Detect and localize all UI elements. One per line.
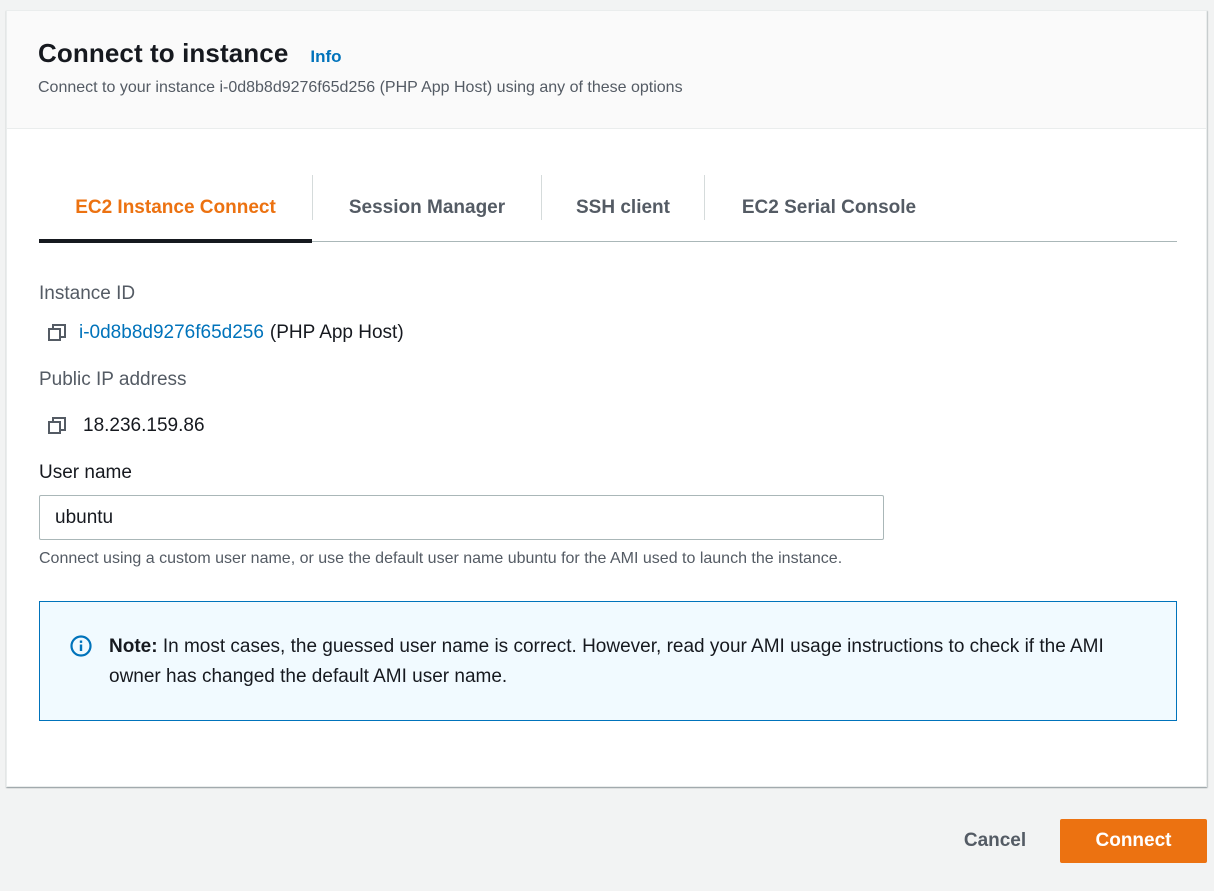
user-name-input[interactable] [39, 495, 884, 540]
note-prefix: Note: [109, 636, 158, 657]
public-ip-label: Public IP address [39, 369, 187, 390]
info-link[interactable]: Info [310, 47, 341, 67]
tab-session-manager[interactable]: Session Manager [313, 174, 541, 241]
panel-header: Connect to instance Info Connect to your… [7, 11, 1206, 129]
instance-id-label: Instance ID [39, 283, 136, 304]
connect-button[interactable]: Connect [1060, 819, 1207, 863]
connect-panel: Connect to instance Info Connect to your… [6, 10, 1207, 787]
note-alert: Note: In most cases, the guessed user na… [39, 601, 1177, 721]
tab-ec2-serial-console[interactable]: EC2 Serial Console [705, 174, 953, 241]
tab-ssh-client[interactable]: SSH client [542, 174, 704, 241]
page-subtitle: Connect to your instance i-0d8b8d9276f65… [38, 79, 683, 96]
copy-icon[interactable] [47, 323, 67, 343]
info-circle-icon [70, 635, 92, 657]
page-title: Connect to instance [38, 38, 289, 68]
connect-tabs: EC2 Instance Connect Session Manager SSH… [39, 174, 1177, 243]
user-name-hint: Connect using a custom user name, or use… [39, 550, 843, 567]
instance-id-link[interactable]: i-0d8b8d9276f65d256 [79, 322, 264, 344]
copy-icon[interactable] [47, 416, 67, 436]
user-name-label: User name [39, 462, 132, 483]
note-body: In most cases, the guessed user name is … [109, 636, 1104, 687]
title-row: Connect to instance Info [38, 38, 342, 69]
instance-id-row: i-0d8b8d9276f65d256 (PHP App Host) [47, 322, 404, 344]
public-ip-value: 18.236.159.86 [83, 415, 205, 436]
tab-ec2-instance-connect[interactable]: EC2 Instance Connect [39, 174, 312, 243]
note-text: Note: In most cases, the guessed user na… [109, 632, 1149, 692]
instance-name: (PHP App Host) [269, 322, 404, 343]
public-ip-row: 18.236.159.86 [47, 415, 205, 437]
cancel-button[interactable]: Cancel [945, 819, 1045, 863]
